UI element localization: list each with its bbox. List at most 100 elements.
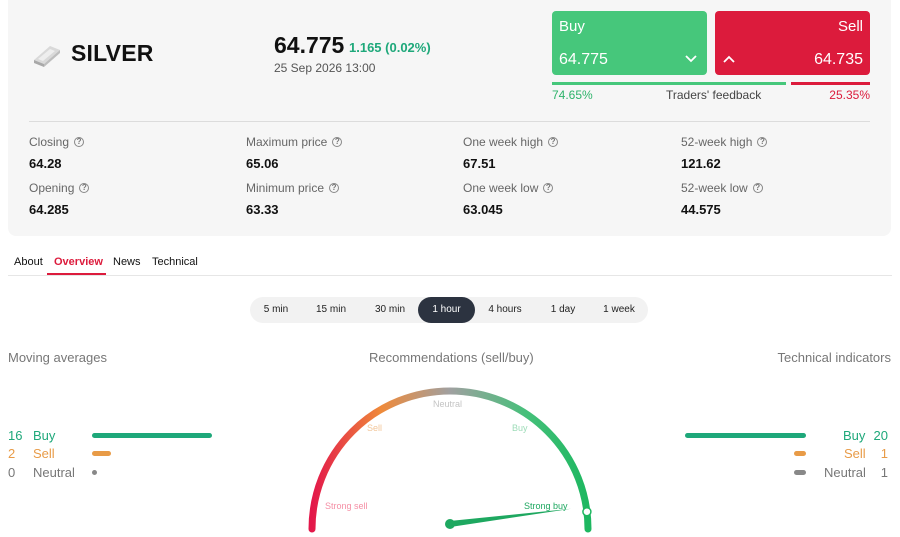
section-tabs: About Overview News Technical (8, 253, 892, 276)
period-1-hour[interactable]: 1 hour (418, 297, 475, 323)
ti-neutral-label: Neutral (824, 465, 866, 480)
ma-buy-count: 16 (8, 428, 23, 443)
stat-maximum-price: Maximum price? 65.06 (246, 135, 343, 171)
sell-price: 64.735 (814, 51, 863, 68)
gauge-label-neutral: Neutral (433, 399, 462, 409)
feedback-buy-percent: 74.65% (552, 88, 593, 102)
stat-value: 64.285 (29, 202, 69, 217)
gauge-needle-hub (445, 519, 455, 529)
feedback-buy-bar (552, 82, 786, 85)
ma-sell-count: 2 (8, 446, 16, 461)
ma-neutral-label: Neutral (33, 465, 75, 480)
ma-sell-row: 2 Sell (8, 446, 218, 461)
ti-buy-count: 20 (873, 428, 888, 443)
stat-label: Maximum price (246, 135, 328, 149)
period-30-min[interactable]: 30 min (362, 297, 418, 323)
help-icon[interactable]: ? (757, 137, 768, 147)
gauge-label-buy: Buy (512, 423, 528, 433)
stat-label: Opening (29, 181, 75, 195)
stat-value: 67.51 (463, 156, 496, 171)
help-icon[interactable]: ? (543, 183, 554, 193)
period-1-week[interactable]: 1 week (592, 297, 646, 323)
sell-button[interactable]: Sell 64.735 (715, 11, 870, 75)
divider (29, 121, 870, 122)
feedback-sell-percent: 25.35% (829, 88, 870, 102)
help-icon[interactable]: ? (79, 183, 90, 193)
asset-name: SILVER (71, 40, 154, 66)
period-1-day[interactable]: 1 day (537, 297, 589, 323)
recommendations-title: Recommendations (sell/buy) (369, 350, 534, 365)
period-15-min[interactable]: 15 min (302, 297, 360, 323)
stat-value: 64.28 (29, 156, 62, 171)
chevron-up-icon (723, 55, 735, 63)
ti-buy-row: Buy 20 (684, 428, 890, 443)
tab-about[interactable]: About (14, 256, 43, 268)
silver-bar-icon (34, 46, 60, 67)
traders-feedback-label: Traders' feedback (666, 88, 762, 102)
price-change: 1.165 (0.02%) (349, 40, 431, 55)
stat-value: 65.06 (246, 156, 279, 171)
stat-value: 121.62 (681, 156, 721, 171)
gauge-label-strong-sell: Strong sell (325, 501, 368, 511)
stat-52-week-high: 52-week high? 121.62 (681, 135, 768, 171)
ma-neutral-count: 0 (8, 465, 16, 480)
stat-minimum-price: Minimum price? 63.33 (246, 181, 340, 217)
stat-closing: Closing? 64.28 (29, 135, 85, 171)
ti-sell-row: Sell 1 (684, 446, 890, 461)
ma-neutral-dot (92, 470, 97, 475)
buy-button-label: Buy (559, 18, 585, 35)
quote-datetime: 25 Sep 2026 13:00 (274, 61, 376, 75)
moving-averages-title: Moving averages (8, 350, 107, 365)
buy-price: 64.775 (559, 51, 608, 68)
sell-button-label: Sell (837, 18, 863, 35)
help-icon[interactable]: ? (752, 183, 763, 193)
period-5-min[interactable]: 5 min (254, 297, 298, 323)
ti-sell-label: Sell (844, 446, 866, 461)
stat-label: One week high (463, 135, 544, 149)
gauge-label-strong-buy: Strong buy (524, 501, 568, 511)
ti-neutral-row: Neutral 1 (684, 465, 890, 480)
period-selector: 5 min 15 min 30 min 1 hour 4 hours 1 day… (250, 297, 648, 323)
stat-value: 44.575 (681, 202, 721, 217)
stat-opening: Opening? 64.285 (29, 181, 90, 217)
stat-label: Minimum price (246, 181, 325, 195)
ma-sell-bar (92, 451, 111, 456)
help-icon[interactable]: ? (329, 183, 340, 193)
stat-label: Closing (29, 135, 70, 149)
tab-news[interactable]: News (113, 256, 141, 268)
gauge-needle (449, 508, 572, 527)
ma-buy-bar (92, 433, 212, 438)
ma-neutral-row: 0 Neutral (8, 465, 218, 480)
feedback-sell-bar (791, 82, 870, 85)
stat-one-week-low: One week low? 63.045 (463, 181, 554, 217)
stat-value: 63.045 (463, 202, 503, 217)
period-4-hours[interactable]: 4 hours (477, 297, 533, 323)
ma-buy-label: Buy (33, 428, 56, 443)
help-icon[interactable]: ? (548, 137, 559, 147)
stat-label: 52-week low (681, 181, 748, 195)
buy-button[interactable]: Buy 64.775 (552, 11, 707, 75)
gauge-label-sell: Sell (367, 423, 382, 433)
chevron-down-icon (685, 55, 697, 63)
stat-52-week-low: 52-week low? 44.575 (681, 181, 763, 217)
current-price: 64.775 (274, 32, 345, 58)
stat-one-week-high: One week high? 67.51 (463, 135, 559, 171)
tab-technical[interactable]: Technical (152, 256, 198, 268)
ti-neutral-bar (794, 470, 806, 475)
active-tab-indicator (47, 273, 106, 275)
help-icon[interactable]: ? (74, 137, 85, 147)
help-icon[interactable]: ? (332, 137, 343, 147)
gauge-marker (582, 506, 592, 517)
ti-sell-bar (794, 451, 806, 456)
stat-value: 63.33 (246, 202, 279, 217)
tab-overview[interactable]: Overview (54, 256, 103, 268)
ti-buy-label: Buy (843, 428, 866, 443)
ma-sell-label: Sell (33, 446, 55, 461)
ti-buy-bar (685, 433, 806, 438)
technical-indicators-title: Technical indicators (777, 350, 891, 365)
ma-buy-row: 16 Buy (8, 428, 218, 443)
recommendation-gauge: Strong sell Sell Neutral Buy Strong buy (308, 387, 592, 533)
stat-label: One week low (463, 181, 539, 195)
ti-sell-count: 1 (880, 446, 888, 461)
stat-label: 52-week high (681, 135, 753, 149)
